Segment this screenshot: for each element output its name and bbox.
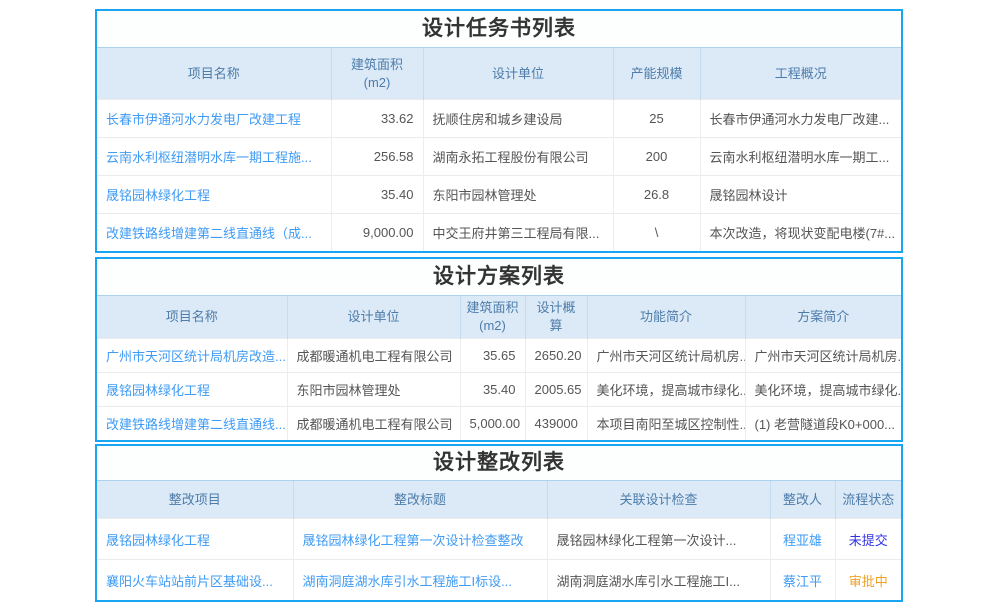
table-row: 改建铁路线增建第二线直通线（成... 9,000.00 中交王府井第三工程局有限… [97,214,901,252]
col-header-rectify-project: 整改项目 [97,481,293,519]
capacity-scale-cell: 200 [613,138,700,176]
building-area-cell: 35.65 [460,339,525,373]
flow-status-badge: 未提交 [835,519,901,560]
project-overview-cell: 长春市伊通河水力发电厂改建... [700,100,901,138]
building-area-cell: 9,000.00 [331,214,423,252]
rectify-project-link[interactable]: 晟铭园林绿化工程 [97,519,293,560]
col-header-capacity-scale: 产能规模 [613,48,700,100]
col-header-rectify-title: 整改标题 [293,481,547,519]
project-overview-cell: 本次改造，将现状变配电楼(7#... [700,214,901,252]
table-row: 晟铭园林绿化工程 35.40 东阳市园林管理处 26.8 晟铭园林设计 [97,176,901,214]
col-header-related-design-check: 关联设计检查 [547,481,770,519]
table-row: 襄阳火车站站前片区基础设... 湖南洞庭湖水库引水工程施工I标设... 湖南洞庭… [97,560,901,601]
design-estimate-cell: 2650.20 [525,339,587,373]
col-header-project-name: 项目名称 [97,296,287,339]
project-name-link[interactable]: 长春市伊通河水力发电厂改建工程 [97,100,331,138]
project-name-link[interactable]: 改建铁路线增建第二线直通线... [97,407,287,441]
col-header-building-area: 建筑面积 (m2) [460,296,525,339]
building-area-cell: 5,000.00 [460,407,525,441]
rectify-project-link[interactable]: 襄阳火车站站前片区基础设... [97,560,293,601]
col-header-flow-status: 流程状态 [835,481,901,519]
scheme-brief-cell: 广州市天河区统计局机房... [745,339,901,373]
rectifier-link[interactable]: 程亚雄 [770,519,835,560]
design-unit-cell: 东阳市园林管理处 [287,373,460,407]
col-header-design-unit: 设计单位 [287,296,460,339]
project-overview-cell: 晟铭园林设计 [700,176,901,214]
capacity-scale-cell: \ [613,214,700,252]
related-design-check-cell: 晟铭园林绿化工程第一次设计... [547,519,770,560]
header-row: 整改项目 整改标题 关联设计检查 整改人 流程状态 [97,481,901,519]
header-row: 项目名称 设计单位 建筑面积 (m2) 设计概算 功能简介 方案简介 [97,296,901,339]
design-unit-cell: 成都暖通机电工程有限公司 [287,339,460,373]
table-row: 云南水利枢纽潜明水库一期工程施... 256.58 湖南永拓工程股份有限公司 2… [97,138,901,176]
design-rectify-table: 整改项目 整改标题 关联设计检查 整改人 流程状态 晟铭园林绿化工程 晟铭园林绿… [97,481,901,600]
design-estimate-cell: 439000 [525,407,587,441]
design-rectify-list-panel: 设计整改列表 整改项目 整改标题 关联设计检查 整改人 流程状态 晟铭园林绿化工… [95,444,903,602]
design-unit-cell: 东阳市园林管理处 [423,176,613,214]
design-unit-cell: 湖南永拓工程股份有限公司 [423,138,613,176]
building-area-cell: 256.58 [331,138,423,176]
capacity-scale-cell: 26.8 [613,176,700,214]
project-name-link[interactable]: 云南水利枢纽潜明水库一期工程施... [97,138,331,176]
scheme-brief-cell: (1) 老营隧道段K0+000... [745,407,901,441]
design-unit-cell: 成都暖通机电工程有限公司 [287,407,460,441]
col-header-function-brief: 功能简介 [587,296,745,339]
table-row: 晟铭园林绿化工程 晟铭园林绿化工程第一次设计检查整改 晟铭园林绿化工程第一次设计… [97,519,901,560]
design-scheme-list-panel: 设计方案列表 项目名称 设计单位 建筑面积 (m2) 设计概算 功能简介 方案简… [95,257,903,442]
design-unit-cell: 抚顺住房和城乡建设局 [423,100,613,138]
project-name-link[interactable]: 晟铭园林绿化工程 [97,373,287,407]
rectify-title-link[interactable]: 晟铭园林绿化工程第一次设计检查整改 [293,519,547,560]
col-header-project-name: 项目名称 [97,48,331,100]
rectify-title-link[interactable]: 湖南洞庭湖水库引水工程施工I标设... [293,560,547,601]
design-task-list-title: 设计任务书列表 [97,11,901,48]
table-row: 晟铭园林绿化工程 东阳市园林管理处 35.40 2005.65 美化环境，提高城… [97,373,901,407]
design-task-table: 项目名称 建筑面积 (m2) 设计单位 产能规模 工程概况 长春市伊通河水力发电… [97,48,901,251]
project-name-link[interactable]: 晟铭园林绿化工程 [97,176,331,214]
design-task-list-panel: 设计任务书列表 项目名称 建筑面积 (m2) 设计单位 产能规模 工程概况 长春… [95,9,903,253]
function-brief-cell: 广州市天河区统计局机房... [587,339,745,373]
header-row: 项目名称 建筑面积 (m2) 设计单位 产能规模 工程概况 [97,48,901,100]
capacity-scale-cell: 25 [613,100,700,138]
building-area-cell: 35.40 [460,373,525,407]
design-scheme-list-title: 设计方案列表 [97,259,901,296]
design-estimate-cell: 2005.65 [525,373,587,407]
table-row: 广州市天河区统计局机房改造... 成都暖通机电工程有限公司 35.65 2650… [97,339,901,373]
related-design-check-cell: 湖南洞庭湖水库引水工程施工I... [547,560,770,601]
design-scheme-table: 项目名称 设计单位 建筑面积 (m2) 设计概算 功能简介 方案简介 广州市天河… [97,296,901,440]
col-header-design-estimate: 设计概算 [525,296,587,339]
function-brief-cell: 美化环境，提高城市绿化... [587,373,745,407]
design-unit-cell: 中交王府井第三工程局有限... [423,214,613,252]
col-header-design-unit: 设计单位 [423,48,613,100]
project-name-link[interactable]: 改建铁路线增建第二线直通线（成... [97,214,331,252]
scheme-brief-cell: 美化环境，提高城市绿化... [745,373,901,407]
project-overview-cell: 云南水利枢纽潜明水库一期工... [700,138,901,176]
table-row: 改建铁路线增建第二线直通线... 成都暖通机电工程有限公司 5,000.00 4… [97,407,901,441]
project-name-link[interactable]: 广州市天河区统计局机房改造... [97,339,287,373]
table-row: 长春市伊通河水力发电厂改建工程 33.62 抚顺住房和城乡建设局 25 长春市伊… [97,100,901,138]
col-header-building-area: 建筑面积 (m2) [331,48,423,100]
rectifier-link[interactable]: 蔡江平 [770,560,835,601]
building-area-cell: 33.62 [331,100,423,138]
building-area-cell: 35.40 [331,176,423,214]
flow-status-badge: 审批中 [835,560,901,601]
design-rectify-list-title: 设计整改列表 [97,446,901,481]
col-header-rectifier: 整改人 [770,481,835,519]
function-brief-cell: 本项目南阳至城区控制性... [587,407,745,441]
col-header-scheme-brief: 方案简介 [745,296,901,339]
col-header-project-overview: 工程概况 [700,48,901,100]
